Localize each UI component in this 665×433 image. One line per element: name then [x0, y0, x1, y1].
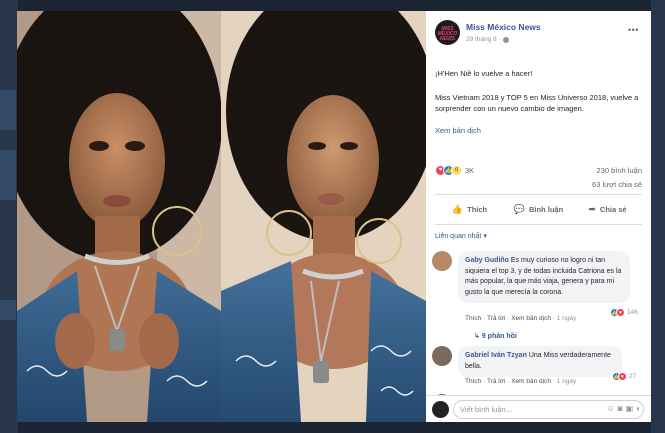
comment-reply-link[interactable]: Trả lời: [487, 315, 505, 322]
comment-count-link[interactable]: 230 bình luận: [597, 166, 642, 175]
post-meta: 29 tháng 8 ·: [466, 36, 509, 43]
view-replies-link[interactable]: ↳ 9 phản hồi: [474, 332, 517, 340]
post-side-panel: MISS MEXICO NEWS Miss México News 29 thá…: [426, 11, 651, 422]
share-button[interactable]: ➦ Chia sẻ: [573, 195, 642, 224]
comment-reaction-count: 27: [629, 373, 637, 380]
love-reaction-icon: ♥: [616, 308, 625, 317]
sticker-icon[interactable]: ◐: [636, 404, 641, 413]
post-date[interactable]: 29 tháng 8: [466, 36, 497, 43]
portrait-right-image: [221, 11, 426, 422]
post-text-headline: ¡H'Hen Niê lo vuelve a hacer!: [435, 69, 533, 78]
share-label: Chia sẻ: [599, 205, 627, 214]
comment-actions: Thích · Trả lời · Xem bản dịch · 1 ngày: [465, 378, 577, 385]
background-block: [0, 150, 16, 200]
portrait-left-image: [17, 11, 221, 422]
camera-icon[interactable]: ◙: [618, 404, 623, 413]
share-count-link[interactable]: 63 lượt chia sẻ: [592, 180, 642, 189]
love-reaction-icon: ♥: [618, 372, 627, 381]
post-text-body: Miss Vietnam 2018 y TOP 5 en Miss Univer…: [435, 93, 639, 113]
commenter-avatar[interactable]: [432, 346, 452, 366]
photo-left-half: [17, 11, 221, 422]
like-button[interactable]: 👍 Thích: [435, 195, 504, 224]
wow-reaction-icon: o: [451, 164, 462, 176]
comment-translate-link[interactable]: Xem bản dịch: [511, 315, 551, 322]
more-options-icon[interactable]: •••: [628, 25, 639, 35]
see-translation-link[interactable]: Xem bản dịch: [435, 126, 481, 135]
comment-time[interactable]: 1 ngày: [557, 378, 577, 385]
comment-sort-dropdown[interactable]: Liên quan nhất ▾: [435, 232, 487, 241]
page-name-link[interactable]: Miss México News: [466, 22, 541, 32]
meta-separator: ·: [498, 36, 501, 43]
page-avatar[interactable]: MISS MEXICO NEWS: [435, 20, 460, 45]
globe-icon: [502, 36, 509, 43]
comment-input-placeholder: Viết bình luận...: [460, 405, 512, 414]
comment-translate-link[interactable]: Xem bản dịch: [511, 378, 551, 385]
background-block: [0, 300, 16, 320]
share-arrow-icon: ➦: [588, 204, 596, 214]
comment-time[interactable]: 1 ngày: [557, 315, 577, 322]
background-page-strip: [0, 0, 18, 433]
like-label: Thích: [467, 205, 488, 214]
gif-icon[interactable]: ▣: [626, 404, 634, 413]
comment-reaction-count: 146: [627, 309, 638, 316]
post-actions: 👍 Thích 💬 Bình luận ➦ Chia sẻ: [435, 195, 642, 224]
page-avatar-logo: MISS MEXICO NEWS: [437, 26, 458, 42]
comment-composer: Viết bình luận... ☺ ◙ ▣ ◐: [426, 395, 651, 422]
chevron-down-icon: ▾: [483, 233, 487, 240]
photo-right-half: [221, 11, 426, 422]
comment-reply-link[interactable]: Trả lời: [487, 378, 505, 385]
post-header: MISS MEXICO NEWS Miss México News 29 thá…: [426, 11, 651, 51]
smiley-icon[interactable]: ☺: [607, 404, 615, 413]
background-block: [0, 90, 16, 130]
reaction-count: 3K: [465, 165, 475, 175]
comment-like-link[interactable]: Thích: [465, 315, 481, 322]
comment-bubble: Gaby Gudiño Es muy curioso no logro ni t…: [458, 251, 630, 303]
speech-bubble-icon: 💬: [513, 204, 526, 214]
comment-author[interactable]: Gabriel Iván Tzyan: [465, 352, 527, 359]
comment-author[interactable]: Gaby Gudiño: [465, 257, 509, 264]
replies-count: 9 phản hồi: [481, 333, 517, 340]
comment-button[interactable]: 💬 Bình luận: [504, 195, 573, 224]
reaction-summary[interactable]: ♥ 👍 o 3K: [435, 164, 474, 176]
comment-label: Bình luận: [529, 205, 564, 214]
comment-bubble: Gabriel Iván Tzyan Una Miss verdaderamen…: [458, 346, 622, 377]
comment-reaction-summary[interactable]: 👍 ♥ 146: [608, 308, 640, 317]
sort-label: Liên quan nhất: [435, 232, 482, 240]
reply-arrow-icon: ↳: [474, 333, 480, 340]
commenter-avatar[interactable]: [432, 251, 452, 271]
thumbs-up-icon: 👍: [451, 204, 464, 214]
comment-actions: Thích · Trả lời · Xem bản dịch · 1 ngày: [465, 315, 577, 322]
comment-reaction-summary[interactable]: 👍 ♥ 27: [610, 372, 639, 381]
divider: [435, 224, 642, 225]
composer-icons: ☺ ◙ ▣ ◐: [607, 404, 641, 413]
post-photo[interactable]: [17, 11, 426, 422]
user-avatar: [432, 401, 449, 418]
comment-like-link[interactable]: Thích: [465, 378, 481, 385]
background-page-strip-right: [651, 0, 665, 433]
